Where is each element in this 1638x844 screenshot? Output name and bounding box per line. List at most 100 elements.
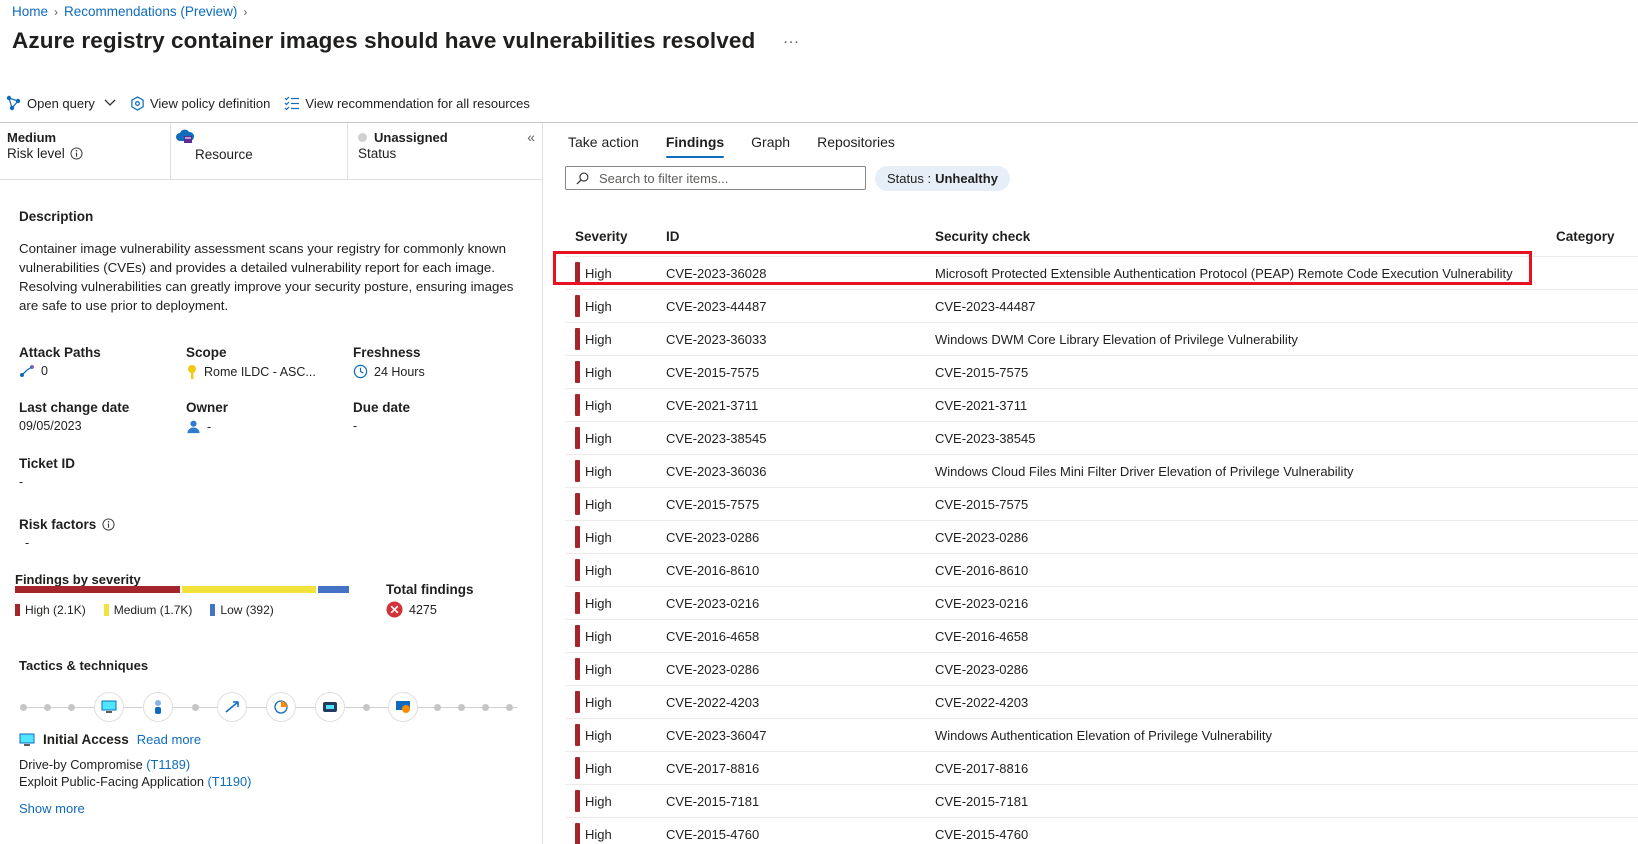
tactic-dot[interactable] (20, 704, 27, 711)
owner-label: Owner (186, 400, 229, 415)
attack-paths-value[interactable]: 0 (41, 364, 48, 378)
scope-value[interactable]: Rome ILDC - ASC... (204, 365, 316, 379)
high-severity-marker-icon (575, 427, 580, 449)
column-header-severity[interactable]: Severity (565, 229, 666, 244)
open-query-label: Open query (27, 95, 95, 111)
table-row[interactable]: High CVE-2021-3711 CVE-2021-3711 (565, 389, 1638, 422)
severity-cell: High (565, 790, 666, 812)
severity-bar-medium (182, 586, 317, 593)
initial-access-tactic-icon[interactable] (94, 692, 124, 722)
security-check-cell: CVE-2022-4203 (935, 694, 1029, 710)
breadcrumb-home[interactable]: Home (12, 4, 48, 19)
tactic-dot[interactable] (192, 704, 199, 711)
severity-cell: High (565, 757, 666, 779)
read-more-link[interactable]: Read more (137, 732, 201, 747)
table-row[interactable]: High CVE-2015-7181 CVE-2015-7181 (565, 785, 1638, 818)
findings-by-severity-label: Findings by severity (15, 572, 141, 587)
table-row[interactable]: High CVE-2022-4203 CVE-2022-4203 (565, 686, 1638, 719)
tactic-dot[interactable] (434, 704, 441, 711)
chevron-down-icon (104, 99, 116, 106)
collection-tactic-icon[interactable] (315, 692, 345, 722)
id-cell: CVE-2017-8816 (666, 760, 760, 776)
severity-value: High (585, 496, 612, 512)
id-cell: CVE-2015-7575 (666, 364, 760, 380)
table-row[interactable]: High CVE-2015-7575 CVE-2015-7575 (565, 488, 1638, 521)
id-cell: CVE-2023-44487 (666, 298, 767, 314)
privilege-escalation-tactic-icon[interactable] (217, 692, 247, 722)
clock-icon (353, 364, 368, 379)
technique-link[interactable]: (T1189) (146, 757, 190, 772)
legend-high: High (2.1K) (15, 603, 86, 617)
table-row[interactable]: High CVE-2023-36033 Windows DWM Core Libra… (565, 323, 1638, 356)
tactic-dot[interactable] (482, 704, 489, 711)
owner-value[interactable]: - (207, 420, 211, 434)
info-icon[interactable] (70, 147, 83, 160)
toolbar: Open query View policy definition View r… (6, 95, 530, 111)
info-icon[interactable] (102, 518, 115, 531)
table-row[interactable]: High CVE-2023-36036 Windows Cloud Files Mi… (565, 455, 1638, 488)
resource-cell[interactable]: Resource (170, 123, 347, 180)
table-row[interactable]: High CVE-2023-36047 Windows Authentication… (565, 719, 1638, 752)
table-row[interactable]: High CVE-2023-0216 CVE-2023-0216 (565, 587, 1638, 620)
table-row[interactable]: High CVE-2023-36028 Microsoft Protected Ex… (565, 257, 1638, 290)
high-severity-marker-icon (575, 460, 580, 482)
table-row[interactable]: High CVE-2015-4760 CVE-2015-4760 (565, 818, 1638, 844)
severity-cell: High (565, 526, 666, 548)
severity-value: High (585, 661, 612, 677)
view-policy-definition-button[interactable]: View policy definition (130, 96, 270, 111)
severity-bar (15, 586, 349, 593)
severity-cell: High (565, 559, 666, 581)
technique-name: Drive-by Compromise (19, 757, 143, 772)
monitor-icon (19, 733, 35, 746)
execution-tactic-icon[interactable] (143, 692, 173, 722)
table-row[interactable]: High CVE-2023-44487 CVE-2023-44487 (565, 290, 1638, 323)
severity-value: High (585, 793, 612, 809)
table-row[interactable]: High CVE-2023-0286 CVE-2023-0286 (565, 521, 1638, 554)
error-circle-icon (386, 601, 403, 618)
high-severity-marker-icon (575, 757, 580, 779)
impact-tactic-icon[interactable] (388, 692, 418, 722)
id-cell: CVE-2023-36036 (666, 463, 767, 479)
tab-take-action[interactable]: Take action (568, 134, 639, 158)
tab-repositories[interactable]: Repositories (817, 134, 895, 158)
severity-value: High (585, 463, 612, 479)
technique-link[interactable]: (T1190) (208, 774, 252, 789)
security-check-cell: CVE-2017-8816 (935, 760, 1029, 776)
column-header-id[interactable]: ID (666, 229, 935, 244)
technique-row: Drive-by Compromise (T1189) (19, 757, 190, 772)
column-header-category[interactable]: Category (1556, 229, 1638, 244)
show-more-link[interactable]: Show more (19, 801, 85, 816)
security-check-cell: CVE-2023-38545 (935, 430, 1036, 446)
table-row[interactable]: High CVE-2017-8816 CVE-2017-8816 (565, 752, 1638, 785)
collapse-pane-icon[interactable]: « (527, 129, 535, 145)
table-row[interactable]: High CVE-2016-8610 CVE-2016-8610 (565, 554, 1638, 587)
tactic-dot[interactable] (458, 704, 465, 711)
tactic-dot[interactable] (363, 704, 370, 711)
ticket-id-label: Ticket ID (19, 456, 76, 471)
table-row[interactable]: High CVE-2023-0286 CVE-2023-0286 (565, 653, 1638, 686)
discovery-tactic-icon[interactable] (266, 692, 296, 722)
breadcrumb-recommendations[interactable]: Recommendations (Preview) (64, 4, 237, 19)
table-row[interactable]: High CVE-2023-38545 CVE-2023-38545 (565, 422, 1638, 455)
high-severity-marker-icon (575, 262, 580, 284)
tactic-dot[interactable] (68, 704, 75, 711)
search-box[interactable] (565, 166, 866, 190)
status-filter-pill[interactable]: Status : Unhealthy (875, 166, 1010, 191)
legend-medium: Medium (1.7K) (103, 603, 192, 617)
table-row[interactable]: High CVE-2015-7575 CVE-2015-7575 (565, 356, 1638, 389)
tactic-dot[interactable] (44, 704, 51, 711)
tactic-dot[interactable] (506, 704, 513, 711)
more-options-icon[interactable]: ... (783, 30, 799, 48)
column-header-security-check[interactable]: Security check (935, 229, 1556, 244)
tab-graph[interactable]: Graph (751, 134, 790, 158)
risk-factors-label: Risk factors (19, 517, 97, 532)
severity-cell: High (565, 262, 666, 284)
table-row[interactable]: High CVE-2016-4658 CVE-2016-4658 (565, 620, 1638, 653)
search-input[interactable] (599, 170, 849, 186)
tab-findings[interactable]: Findings (665, 134, 725, 158)
open-query-button[interactable]: Open query (6, 95, 116, 111)
severity-cell: High (565, 460, 666, 482)
view-all-resources-button[interactable]: View recommendation for all resources (284, 96, 530, 111)
freshness-value: 24 Hours (374, 364, 425, 379)
security-check-cell: CVE-2023-0216 (935, 595, 1029, 611)
